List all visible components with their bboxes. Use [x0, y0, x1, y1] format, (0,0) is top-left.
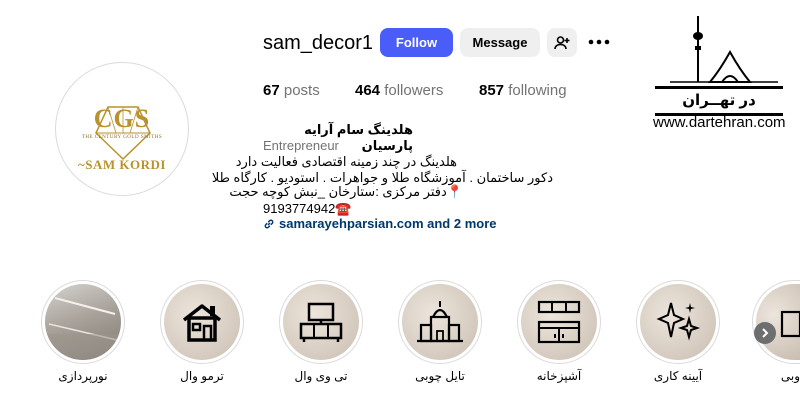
- person-add-icon: [554, 35, 570, 49]
- follow-button[interactable]: Follow: [380, 28, 453, 57]
- bio-link-text: samarayehparsian.com and 2 more: [279, 216, 497, 231]
- highlight-label: آیینه کاری: [653, 369, 703, 383]
- story-highlight[interactable]: [398, 280, 482, 364]
- ceiling-lighting-photo: [45, 297, 121, 360]
- sparkle-icon: [656, 302, 701, 341]
- house-icon: [182, 304, 222, 342]
- highlight-label: ترمو وال: [180, 369, 224, 383]
- story-highlight[interactable]: [41, 280, 125, 364]
- watermark-title: در تهــران: [655, 86, 783, 116]
- followers-number: 464: [355, 82, 381, 99]
- posts-count: 67 posts: [263, 82, 320, 99]
- chevron-right-icon: [762, 328, 769, 338]
- avatar-brand-name: ~SAM KORDI: [78, 157, 166, 172]
- highlight-label: آشپزخانه: [536, 369, 582, 383]
- story-highlight[interactable]: [752, 280, 800, 364]
- bio-address: 📍دفتر مرکزی :ستارخان _نبش کوچه حجت: [229, 184, 463, 199]
- bio-website-link[interactable]: samarayehparsian.com and 2 more: [263, 216, 497, 231]
- following-count[interactable]: 857 following: [479, 82, 567, 99]
- highlight-label: وبی: [780, 369, 800, 383]
- avatar-monogram: CGS: [93, 104, 151, 133]
- kitchen-cabinet-icon: [537, 300, 581, 344]
- highlight-label: تی وی وال: [294, 369, 348, 383]
- watermark-url: www.dartehran.com: [653, 114, 786, 131]
- milad-tower-azadi-graphic: [670, 16, 778, 83]
- following-number: 857: [479, 82, 505, 99]
- profile-username: sam_decor1: [263, 32, 374, 54]
- story-highlight[interactable]: [279, 280, 363, 364]
- following-label: following: [508, 82, 567, 99]
- highlight-label: تایل چوبی: [415, 369, 465, 383]
- bio-line: هلدینگ در چند زمینه اقتصادی فعالیت دارد: [235, 154, 457, 169]
- link-icon: [264, 219, 274, 228]
- message-button[interactable]: Message: [460, 28, 540, 57]
- profile-avatar[interactable]: CGS THE CENTURY GOLD SMITHS ~SAM KORDI: [55, 62, 189, 196]
- highlight-label: نورپردازی: [58, 369, 108, 383]
- story-highlight[interactable]: [160, 280, 244, 364]
- ellipsis-icon: [588, 39, 610, 45]
- tv-stand-icon: [299, 302, 343, 342]
- posts-number: 67: [263, 82, 280, 99]
- highlights-next-button[interactable]: [754, 322, 776, 344]
- avatar-subtitle: THE CENTURY GOLD SMITHS: [81, 135, 163, 140]
- bio-phone: 9193774942☎️: [263, 201, 352, 216]
- bio-category: Entrepreneur: [263, 138, 339, 153]
- suggest-similar-button[interactable]: [547, 28, 577, 57]
- more-options-button[interactable]: [586, 32, 612, 52]
- followers-label: followers: [384, 82, 444, 99]
- building-icon: [417, 301, 463, 343]
- story-highlight[interactable]: [517, 280, 601, 364]
- story-highlight[interactable]: [636, 280, 720, 364]
- followers-count[interactable]: 464 followers: [355, 82, 443, 99]
- posts-label: posts: [283, 82, 320, 99]
